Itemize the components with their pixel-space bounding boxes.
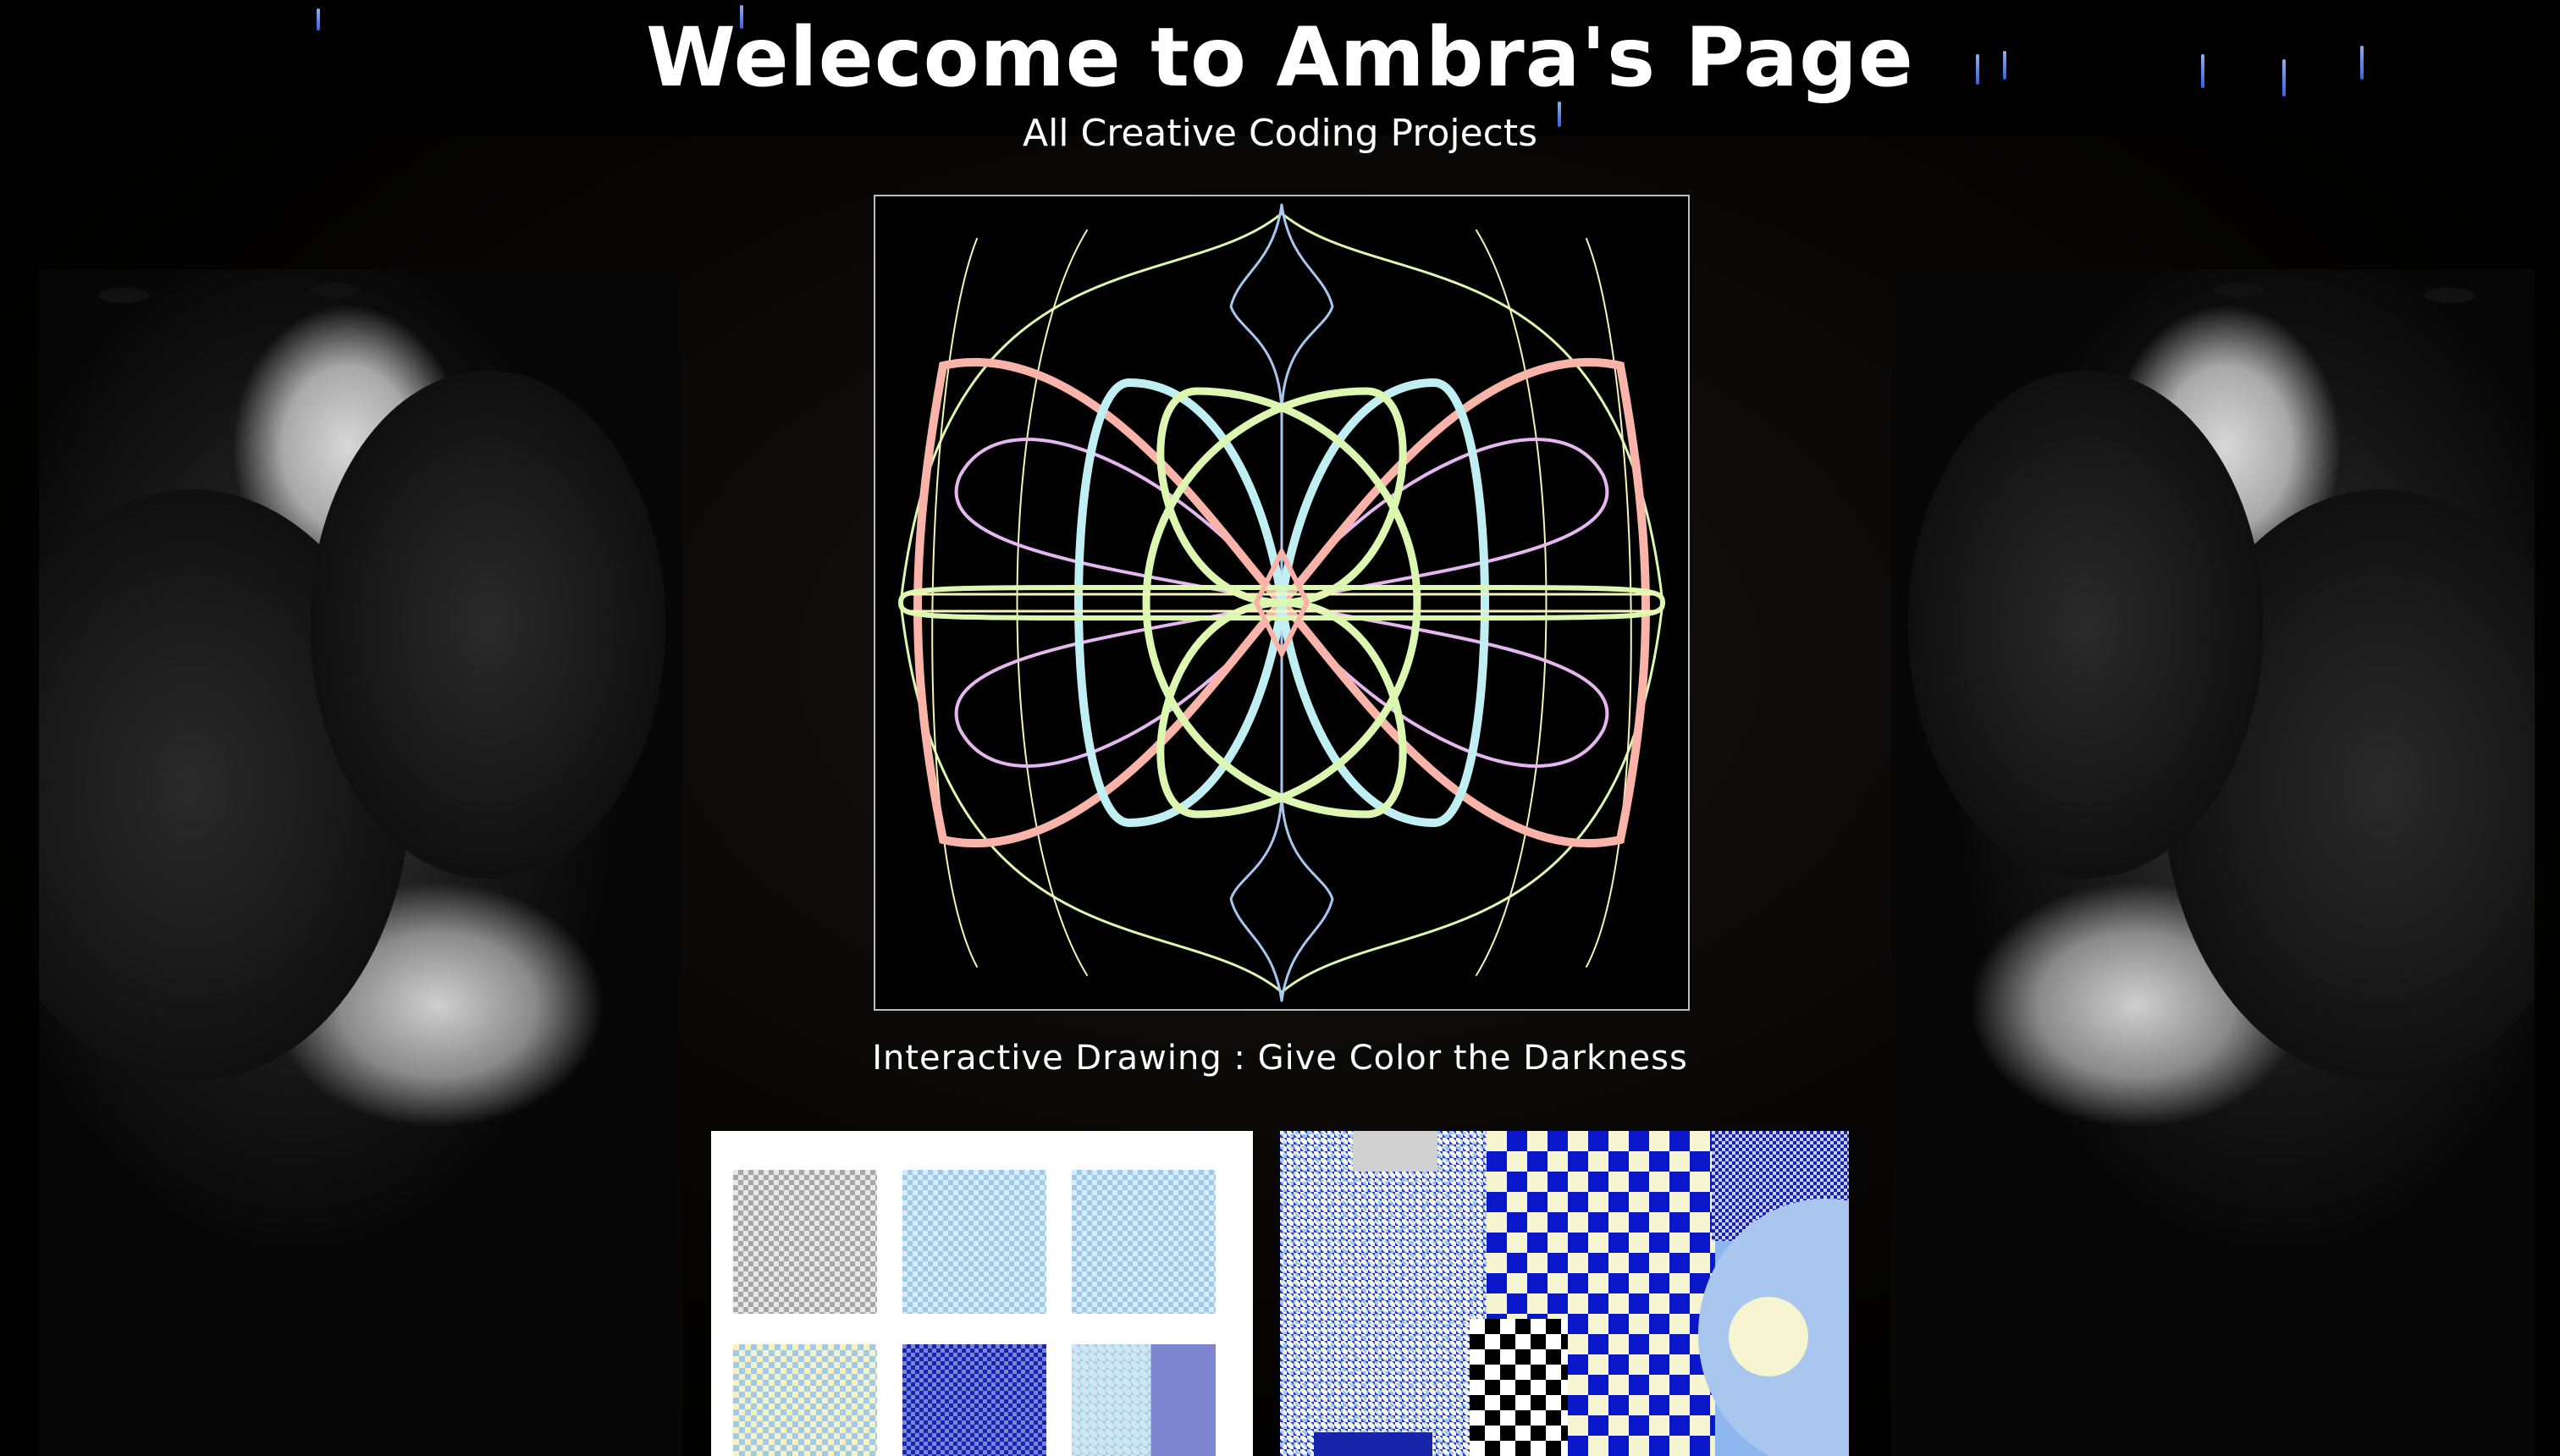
thumbnail-tile <box>902 1170 1046 1314</box>
thumbnail-tile <box>1072 1170 1216 1314</box>
lavender-loop <box>1279 438 1609 768</box>
portrait-image-left <box>39 269 682 1456</box>
pattern-region <box>1729 1297 1808 1376</box>
lavender-loop <box>954 438 1284 768</box>
pattern-region <box>1470 1319 1568 1456</box>
featured-project-link[interactable] <box>874 195 1690 1011</box>
pink-petal <box>913 357 1288 848</box>
eye-shape <box>310 283 361 298</box>
interactive-drawing-artwork <box>897 203 1666 1002</box>
portrait-image-right <box>1891 269 2535 1456</box>
thumbnail-tile <box>733 1170 877 1314</box>
thumbnail-tile <box>902 1344 1046 1456</box>
eye-shape <box>2425 288 2475 303</box>
outer-petal-curve <box>931 238 978 968</box>
page-title: Welecome to Ambra's Page <box>646 10 1914 105</box>
project-thumbnail-2[interactable] <box>1280 1131 1849 1456</box>
hair-shape <box>1908 371 2264 879</box>
outer-petal-curve <box>1280 212 1664 994</box>
eye-shape <box>98 288 149 303</box>
cyan-oval <box>1277 378 1489 828</box>
pattern-region <box>1314 1432 1432 1456</box>
eye-shape <box>2213 283 2264 298</box>
thumbnail-tile <box>1072 1344 1216 1456</box>
outer-petal-curve <box>899 212 1283 994</box>
featured-project-caption[interactable]: Interactive Drawing : Give Color the Dar… <box>0 1034 2560 1082</box>
thumbnail-tile <box>733 1344 877 1456</box>
pink-petal <box>1275 357 1650 848</box>
project-thumbnail-1[interactable] <box>711 1131 1253 1456</box>
page-subtitle: All Creative Coding Projects <box>1022 112 1538 155</box>
hair-shape <box>310 371 665 879</box>
pattern-region <box>1353 1131 1437 1172</box>
outer-petal-curve <box>1586 238 1632 968</box>
pattern-region <box>1280 1131 1492 1456</box>
cyan-oval <box>1074 378 1287 828</box>
